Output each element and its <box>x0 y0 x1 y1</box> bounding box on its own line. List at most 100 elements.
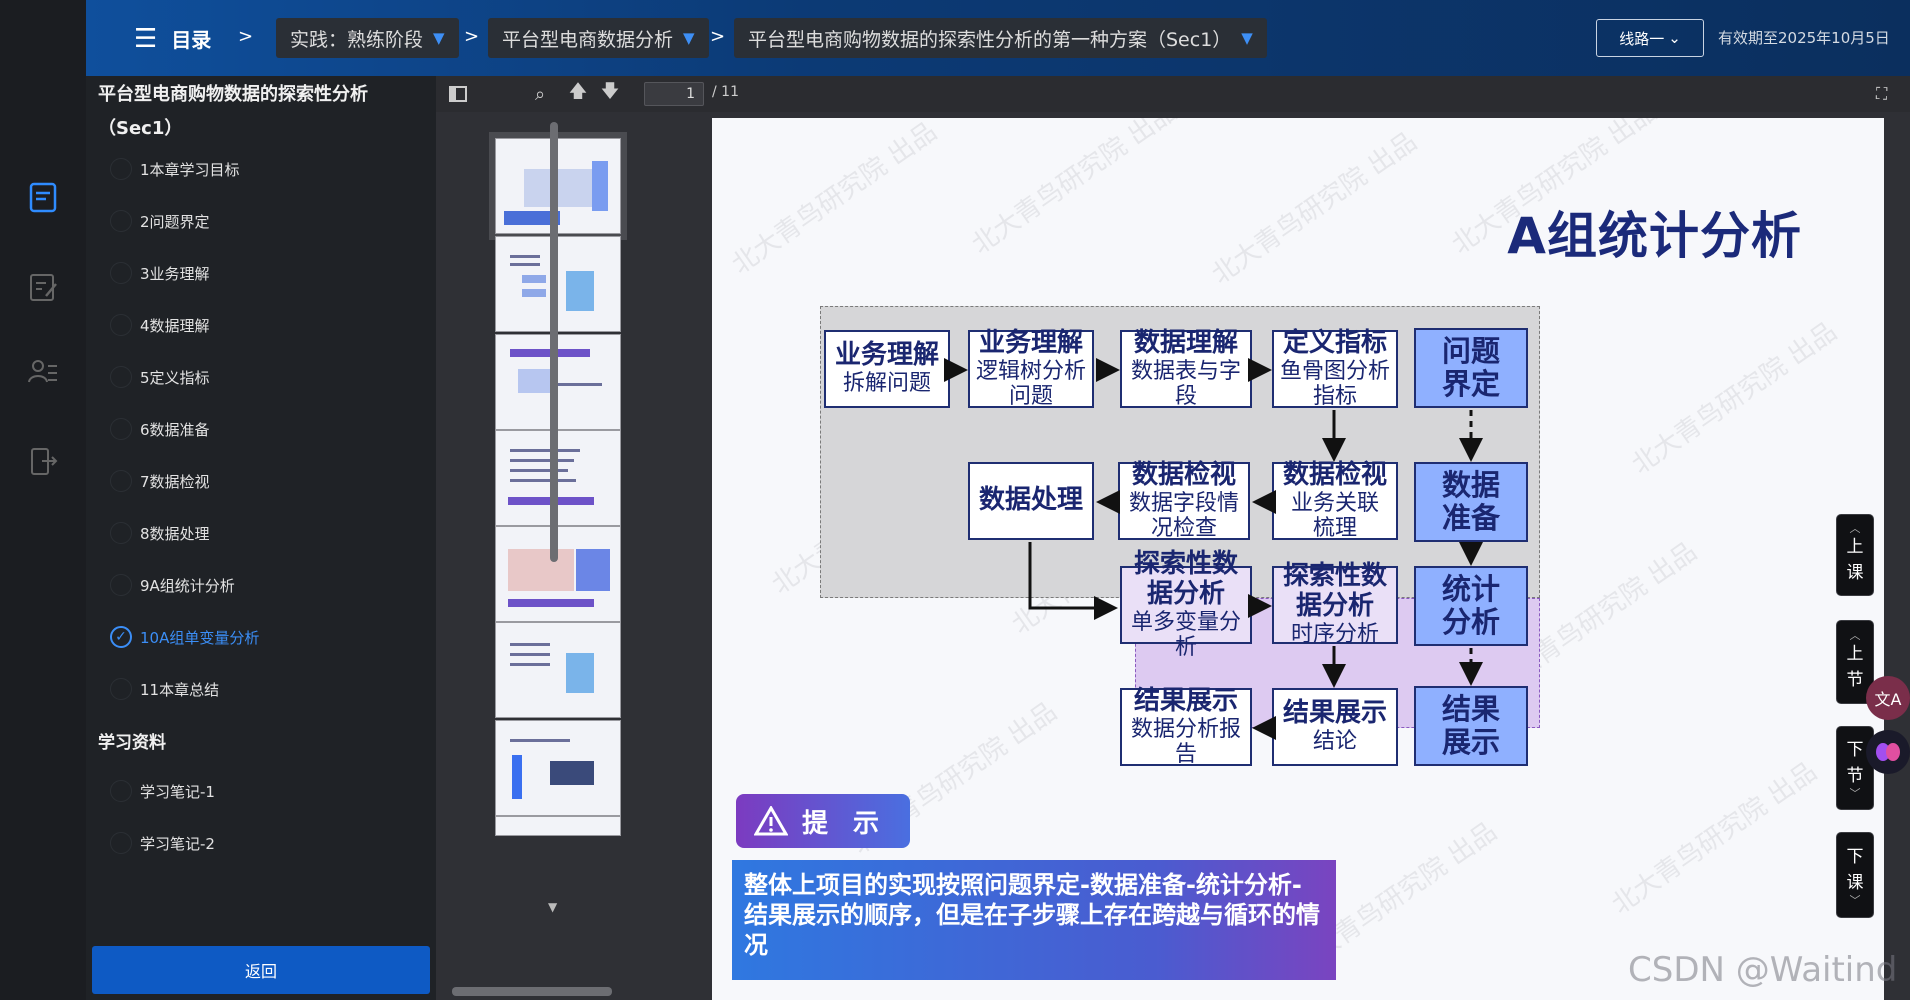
previous-page-icon[interactable]: 🡅 <box>566 81 590 106</box>
step-label: 数据准备 <box>1441 467 1500 535</box>
thumbnail-page-6[interactable] <box>495 622 621 718</box>
thumbnail-page-5[interactable] <box>495 526 621 622</box>
check-circle-icon: ✓ <box>110 262 132 284</box>
breadcrumb-chapter-label: 平台型电商购物数据的探索性分析的第一种方案（Sec1） <box>748 28 1232 51</box>
sidebar-item-active[interactable]: ✓ 10A组单变量分析 <box>110 622 259 652</box>
back-button[interactable]: 返回 <box>92 946 430 994</box>
data-processing-box: 数据处理 <box>968 462 1094 540</box>
end-class-button[interactable]: 下课 ﹀ <box>1836 832 1874 918</box>
business-understanding-box: 业务理解 拆解问题 <box>824 330 950 408</box>
top-bar: ☰ 目录 > 实践：熟练阶段 ▼ > 平台型电商数据分析 ▼ > 平台型电商购物… <box>86 0 1910 76</box>
check-circle-icon: ✓ <box>110 158 132 180</box>
breadcrumb-course-label: 平台型电商数据分析 <box>502 28 674 51</box>
sidebar-item[interactable]: ✓ 1本章学习目标 <box>110 154 240 184</box>
ai-assistant-button[interactable] <box>1866 730 1910 774</box>
hint-label: 提 示 <box>802 808 888 839</box>
box-heading: 探索性数据分析 <box>1282 561 1387 622</box>
translate-button[interactable]: 文A <box>1866 676 1910 720</box>
box-heading: 结果展示 <box>1133 685 1238 716</box>
prev-section-label: 上节 <box>1846 644 1864 690</box>
box-subtitle: 单多变量分析 <box>1130 609 1241 660</box>
thumbnail-panel: ▼ <box>436 112 710 1000</box>
sidebar-toggle-icon[interactable] <box>446 82 470 106</box>
thumbnail-page-2[interactable] <box>495 236 621 332</box>
material-item-label: 学习笔记-2 <box>140 834 215 853</box>
route-select[interactable]: 线路一 ⌄ <box>1596 19 1704 57</box>
thumbnail-page-3[interactable] <box>495 334 621 430</box>
sidebar-item-label: 1本章学习目标 <box>140 160 240 179</box>
breadcrumb-stage-label: 实践：熟练阶段 <box>290 28 424 51</box>
page-total: / 11 <box>712 84 739 100</box>
start-class-button[interactable]: ︿ 上课 <box>1836 514 1874 596</box>
box-subtitle: 数据字段情况检查 <box>1128 490 1239 541</box>
left-rail <box>0 0 86 1000</box>
box-heading: 结果展示 <box>1282 698 1387 729</box>
sidebar-item[interactable]: ✓ 2问题界定 <box>110 206 210 236</box>
eda-univariate-box: 探索性数据分析 单多变量分析 <box>1120 549 1252 660</box>
sidebar-item-label: 6数据准备 <box>140 420 210 439</box>
next-page-icon[interactable]: 🡇 <box>598 81 622 106</box>
watermark: 北大青鸟研究院 出品 <box>1206 126 1423 291</box>
sidebar-item-label: 5定义指标 <box>140 368 210 387</box>
breadcrumb-separator: > <box>710 26 726 47</box>
box-heading: 定义指标 <box>1282 327 1387 358</box>
caret-down-icon: ▼ <box>683 29 695 47</box>
sidebar-item[interactable]: ✓ 9A组统计分析 <box>110 570 235 600</box>
start-class-label: 上课 <box>1846 537 1864 583</box>
chapter-sidebar: 平台型电商购物数据的探索性分析（Sec1） ✓ 1本章学习目标 ✓ 2问题界定 ✓ 3… <box>86 76 436 1000</box>
sidebar-item[interactable]: ✓ 8数据处理 <box>110 518 210 548</box>
check-circle-icon: ✓ <box>110 832 132 854</box>
sidebar-item[interactable]: ✓ 7数据检视 <box>110 466 210 496</box>
box-subtitle: 鱼骨图分析指标 <box>1279 358 1390 409</box>
breadcrumb-chapter[interactable]: 平台型电商购物数据的探索性分析的第一种方案（Sec1） ▼ <box>734 18 1267 58</box>
route-label: 线路一 <box>1619 29 1665 48</box>
sidebar-item[interactable]: ✓ 3业务理解 <box>110 258 210 288</box>
material-item[interactable]: ✓ 学习笔记-2 <box>110 828 215 858</box>
sidebar-item[interactable]: ✓ 6数据准备 <box>110 414 210 444</box>
fullscreen-icon[interactable]: ⛶ <box>1876 84 1896 104</box>
scroll-down-icon[interactable]: ▼ <box>548 900 557 914</box>
thumbnail-page-1[interactable] <box>489 132 627 240</box>
thumbnail-scrollbar[interactable] <box>550 122 558 562</box>
thumbnail-page-4[interactable] <box>495 430 621 526</box>
thumbnail-page-7[interactable] <box>495 720 621 816</box>
next-section-button[interactable]: 下节 ﹀ <box>1836 726 1874 810</box>
edit-note-icon[interactable] <box>22 266 64 308</box>
box-subtitle: 拆解问题 <box>842 371 931 397</box>
check-circle-icon: ✓ <box>110 780 132 802</box>
catalog-toggle[interactable]: ☰ 目录 <box>134 24 211 53</box>
check-circle-icon: ✓ <box>110 366 132 388</box>
breadcrumb-stage[interactable]: 实践：熟练阶段 ▼ <box>276 18 459 58</box>
box-heading: 探索性数据分析 <box>1133 548 1238 609</box>
chevron-up-icon: ︿ <box>1849 629 1861 642</box>
exit-icon[interactable] <box>22 440 64 482</box>
materials-section-title: 学习资料 <box>98 733 166 753</box>
breadcrumb-course[interactable]: 平台型电商数据分析 ▼ <box>488 18 709 58</box>
step-result-presentation: 结果展示 <box>1414 686 1528 766</box>
check-circle-icon: ✓ <box>110 470 132 492</box>
box-subtitle: 时序分析 <box>1290 622 1379 648</box>
hint-badge: 提 示 <box>736 794 910 848</box>
material-item[interactable]: ✓ 学习笔记-1 <box>110 776 215 806</box>
catalog-label: 目录 <box>171 28 212 52</box>
search-icon[interactable]: ⌕ <box>528 82 552 106</box>
define-metrics-box: 定义指标 鱼骨图分析指标 <box>1272 327 1398 409</box>
sidebar-item[interactable]: ✓ 11本章总结 <box>110 674 219 704</box>
chevron-down-icon: ﹀ <box>1849 787 1861 800</box>
users-list-icon[interactable] <box>22 352 64 394</box>
data-understanding-box: 数据理解 数据表与字段 <box>1120 328 1252 409</box>
pdf-toolbar: ⌕ 🡅 🡇 1 / 11 <box>436 76 1910 112</box>
check-circle-icon: ✓ <box>110 314 132 336</box>
sidebar-item[interactable]: ✓ 4数据理解 <box>110 310 210 340</box>
material-item-label: 学习笔记-1 <box>140 782 215 801</box>
sidebar-item-label: 10A组单变量分析 <box>140 628 260 647</box>
end-class-label: 下课 <box>1846 847 1864 893</box>
box-subtitle: 结论 <box>1312 729 1357 755</box>
box-subtitle: 业务关联梳理 <box>1290 490 1379 541</box>
chevron-down-icon: ﹀ <box>1849 894 1861 907</box>
document-icon[interactable] <box>22 176 64 218</box>
thumbnail-hscrollbar[interactable] <box>452 987 612 996</box>
sidebar-item[interactable]: ✓ 5定义指标 <box>110 362 210 392</box>
page-number-input[interactable]: 1 <box>644 82 704 106</box>
thumbnail-page-8[interactable] <box>495 816 621 836</box>
